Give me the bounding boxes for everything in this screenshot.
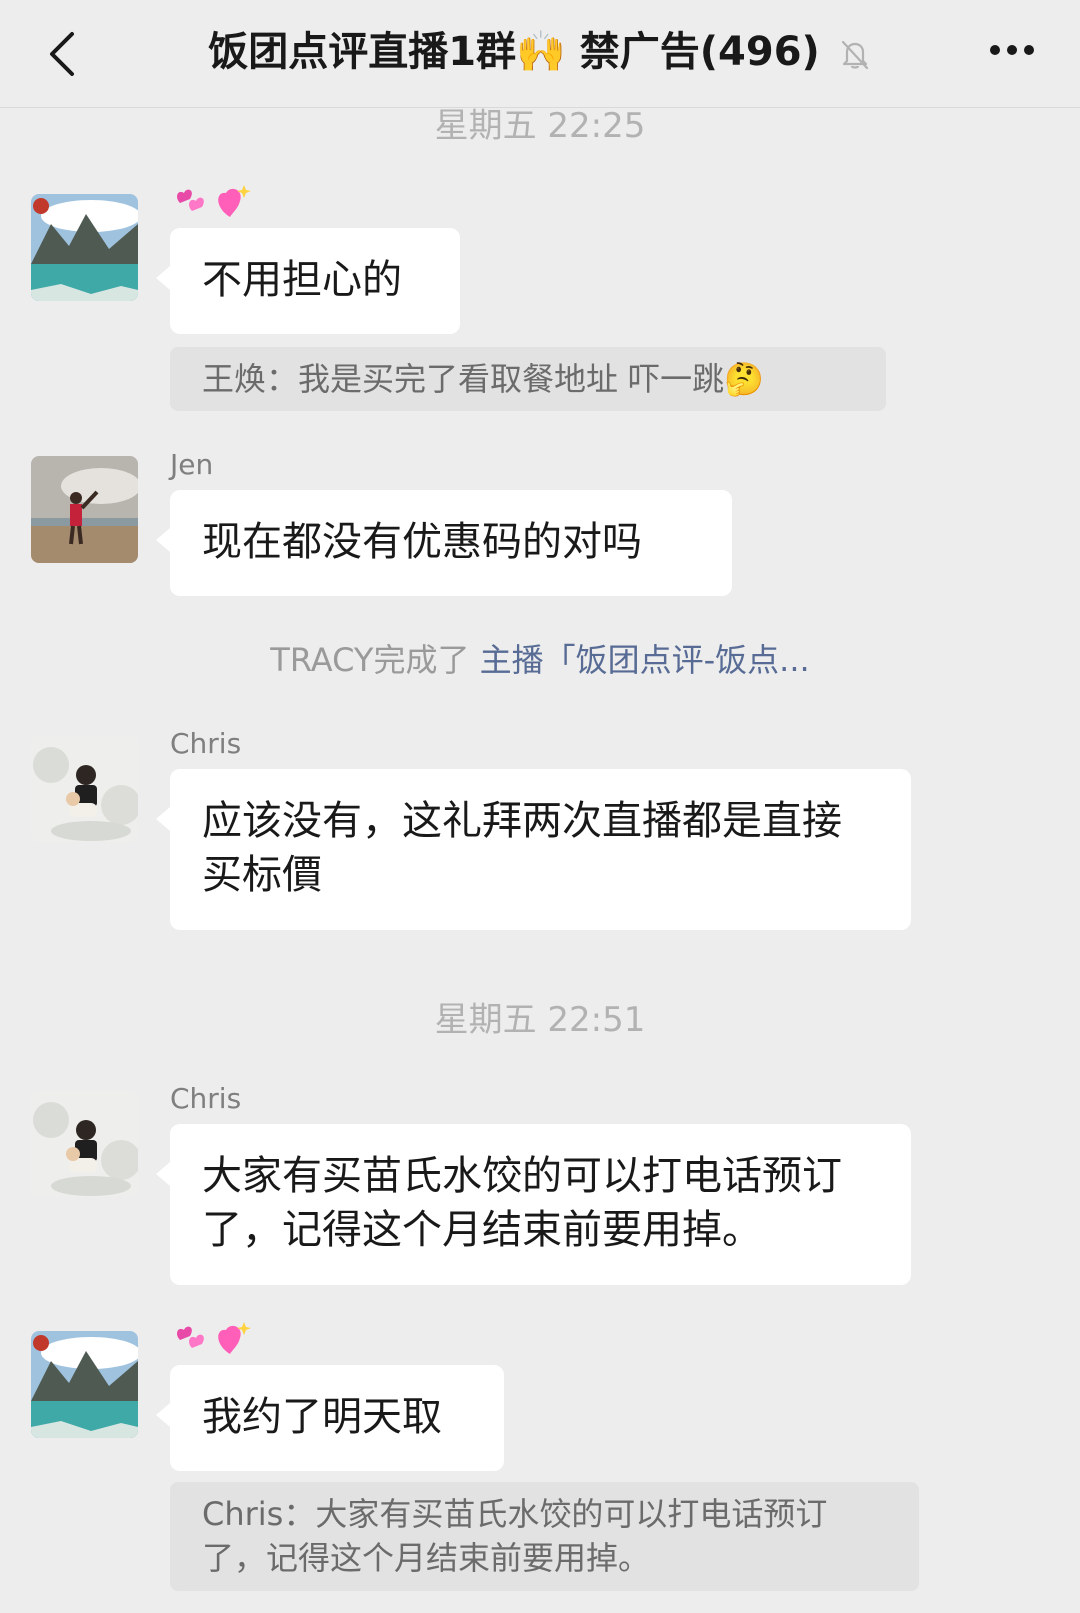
avatar[interactable]	[31, 735, 138, 842]
chat-title[interactable]: 饭团点评直播1群🙌 禁广告(496)	[150, 26, 930, 78]
message-bubble[interactable]: 现在都没有优惠码的对吗	[156, 490, 732, 596]
timestamp: 星期五 22:25	[434, 106, 646, 146]
hearts-icon	[177, 185, 251, 217]
quote-text: 王焕：我是买完了看取餐地址 吓一跳🤔	[202, 360, 765, 398]
system-note: TRACY完成了 主播「饭团点评-饭点...	[0, 640, 1080, 680]
hearts-icon	[177, 1322, 251, 1354]
sender-emoji-name	[170, 181, 254, 225]
avatar[interactable]	[31, 456, 138, 563]
message-text: 不用担心的	[202, 257, 402, 303]
avatar[interactable]	[31, 1331, 138, 1438]
message-text: 大家有买苗氏水饺的可以打电话预订了，记得这个月结束前要用掉。	[202, 1153, 842, 1253]
message-bubble[interactable]: 应该没有，这礼拜两次直播都是直接买标價	[156, 769, 911, 930]
chat-title-text: 饭团点评直播1群🙌 禁广告(496)	[208, 29, 820, 75]
avatar[interactable]	[31, 194, 138, 301]
sender-name: Jen	[170, 448, 214, 481]
timestamp: 星期五 22:51	[434, 1000, 646, 1040]
message-text: 我约了明天取	[202, 1394, 442, 1440]
beach-avatar-image	[31, 456, 138, 563]
quoted-message[interactable]: Chris：大家有买苗氏水饺的可以打电话预订了，记得这个月结束前要用掉。	[170, 1482, 919, 1591]
chevron-left-icon[interactable]	[44, 30, 84, 78]
quoted-message[interactable]: 王焕：我是买完了看取餐地址 吓一跳🤔	[170, 347, 886, 411]
lake-avatar-image	[31, 194, 138, 301]
bell-slash-icon	[841, 40, 868, 70]
message-text: 应该没有，这礼拜两次直播都是直接买标價	[202, 798, 842, 898]
system-note-link[interactable]: 主播「饭团点评-饭点...	[480, 641, 810, 679]
avatar[interactable]	[31, 1090, 138, 1197]
chat-header: 饭团点评直播1群🙌 禁广告(496)	[0, 0, 1080, 108]
child-avatar-image	[31, 1090, 138, 1197]
lake-avatar-image	[31, 1331, 138, 1438]
more-dots-icon[interactable]	[988, 42, 1036, 58]
sender-emoji-name	[170, 1318, 254, 1362]
message-bubble[interactable]: 我约了明天取	[156, 1365, 504, 1471]
message-bubble[interactable]: 不用担心的	[156, 228, 460, 334]
sender-name: Chris	[170, 727, 242, 760]
system-note-prefix: TRACY完成了	[270, 641, 480, 679]
quote-text: Chris：大家有买苗氏水饺的可以打电话预订了，记得这个月结束前要用掉。	[202, 1495, 828, 1577]
message-bubble[interactable]: 大家有买苗氏水饺的可以打电话预订了，记得这个月结束前要用掉。	[156, 1124, 911, 1285]
child-avatar-image	[31, 735, 138, 842]
message-text: 现在都没有优惠码的对吗	[202, 519, 642, 565]
sender-name: Chris	[170, 1082, 242, 1115]
